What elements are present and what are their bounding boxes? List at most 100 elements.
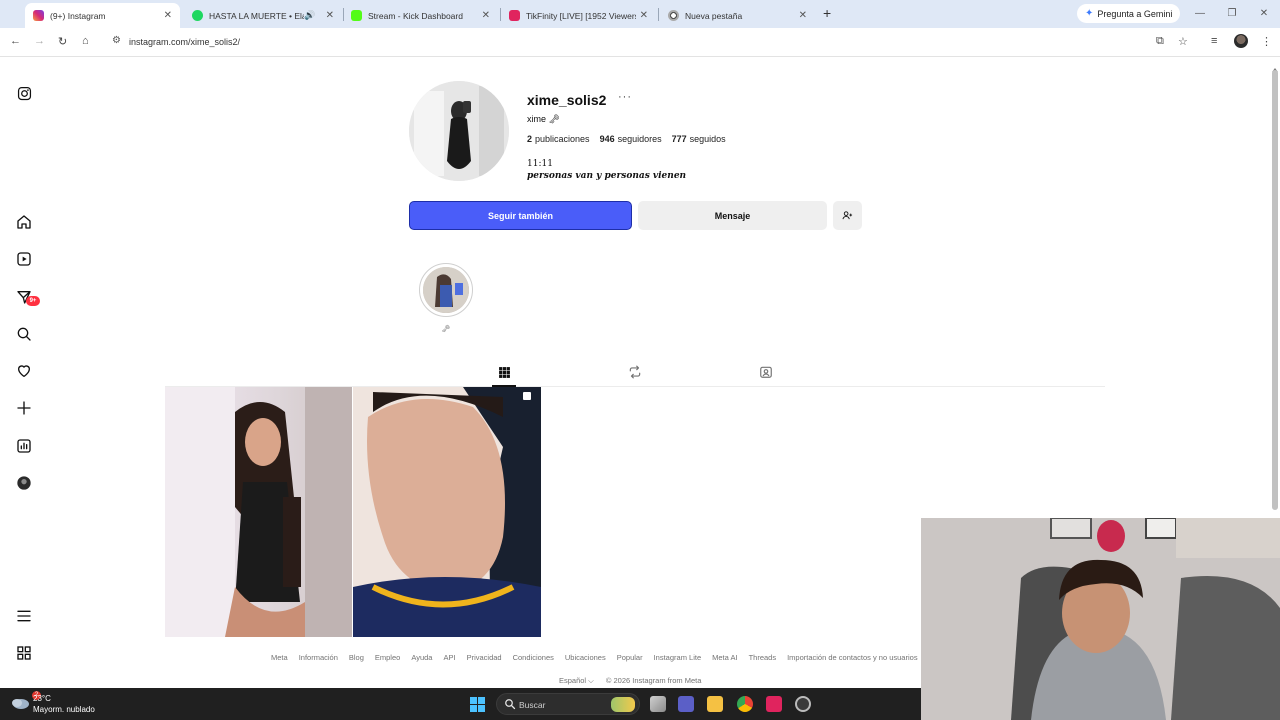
footer-link[interactable]: Privacidad bbox=[467, 653, 502, 662]
minimize-icon[interactable]: — bbox=[1184, 0, 1216, 28]
language-selector[interactable]: Español ⌵ bbox=[559, 676, 594, 686]
suggested-users-button[interactable] bbox=[833, 201, 862, 230]
footer-link[interactable]: Ayuda bbox=[411, 653, 432, 662]
hamburger-menu-icon[interactable] bbox=[15, 607, 33, 625]
restore-icon[interactable]: ❐ bbox=[1216, 0, 1248, 28]
tab-kick[interactable]: Stream - Kick Dashboard ✕ bbox=[343, 3, 498, 28]
heart-notifications-icon[interactable] bbox=[15, 362, 33, 380]
footer-link[interactable]: Meta bbox=[271, 653, 288, 662]
footer-link[interactable]: Blog bbox=[349, 653, 364, 662]
tikfinity-favicon-icon bbox=[509, 10, 520, 21]
tab-separator bbox=[658, 8, 659, 21]
add-person-icon bbox=[842, 211, 853, 220]
new-tab-plus-icon[interactable]: + bbox=[823, 5, 831, 21]
obs-icon[interactable] bbox=[795, 696, 811, 712]
following-stat[interactable]: 777 seguidos bbox=[672, 134, 726, 144]
profile-nav-avatar-icon[interactable] bbox=[15, 474, 33, 492]
story-highlight[interactable] bbox=[419, 263, 473, 317]
site-info-icon[interactable]: ⚙ bbox=[112, 35, 121, 46]
teams-icon[interactable] bbox=[678, 696, 694, 712]
more-apps-grid-icon[interactable] bbox=[15, 644, 33, 662]
following-label: seguidos bbox=[689, 134, 726, 144]
tab-label: HASTA LA MUERTE • Elabo bbox=[209, 10, 305, 21]
close-tab-icon[interactable]: ✕ bbox=[640, 10, 648, 21]
footer-link[interactable]: Condiciones bbox=[513, 653, 554, 662]
reload-icon[interactable]: ↻ bbox=[58, 35, 67, 48]
instagram-logo-icon[interactable] bbox=[15, 84, 33, 102]
menu-kebab-icon[interactable]: ⋮ bbox=[1261, 35, 1272, 48]
bio-line: personas van y personas vienen bbox=[527, 171, 687, 181]
weather-description: Mayorm. nublado bbox=[33, 705, 95, 714]
windows-start-icon[interactable] bbox=[470, 697, 485, 712]
back-arrow-icon[interactable]: ← bbox=[10, 35, 21, 47]
weather-widget[interactable]: 2 23°C Mayorm. nublado bbox=[10, 691, 95, 716]
copyright-text: © 2026 Instagram from Meta bbox=[605, 676, 702, 685]
temperature-text: 23°C bbox=[33, 694, 51, 703]
footer-link[interactable]: Meta AI bbox=[712, 653, 737, 662]
reels-icon[interactable] bbox=[15, 250, 33, 268]
followers-count: 946 bbox=[599, 134, 615, 144]
chrome-icon[interactable] bbox=[737, 696, 753, 712]
footer-link[interactable]: Importación de contactos y no usuarios bbox=[787, 653, 918, 662]
tab-label: TikFinity [LIVE] [1952 Viewers] bbox=[526, 10, 636, 21]
dashboard-chart-icon[interactable] bbox=[15, 437, 33, 455]
footer-link[interactable]: Ubicaciones bbox=[565, 653, 606, 662]
forward-arrow-icon[interactable]: → bbox=[34, 35, 45, 47]
tab-posts-grid[interactable] bbox=[495, 363, 513, 381]
profile-avatar[interactable] bbox=[1234, 34, 1248, 48]
footer-link[interactable]: Información bbox=[299, 653, 338, 662]
close-tab-icon[interactable]: ✕ bbox=[164, 10, 172, 21]
grid-icon bbox=[498, 366, 510, 378]
file-explorer-icon[interactable] bbox=[707, 696, 723, 712]
search-placeholder: Buscar bbox=[519, 700, 546, 710]
followers-stat[interactable]: 946 seguidores bbox=[600, 134, 662, 144]
repost-icon bbox=[629, 365, 641, 379]
footer-link[interactable]: API bbox=[443, 653, 455, 662]
window-controls: — ❐ ✕ bbox=[1184, 0, 1280, 28]
footer-link[interactable]: Threads bbox=[749, 653, 777, 662]
messages-badge: 9+ bbox=[26, 296, 40, 306]
home-icon[interactable]: ⌂ bbox=[82, 35, 89, 47]
footer-link[interactable]: Empleo bbox=[375, 653, 400, 662]
close-tab-icon[interactable]: ✕ bbox=[482, 10, 490, 21]
tab-instagram[interactable]: (9+) Instagram ✕ bbox=[25, 3, 180, 28]
webcam-overlay bbox=[921, 518, 1280, 720]
message-button[interactable]: Mensaje bbox=[638, 201, 827, 230]
scrollbar-thumb[interactable] bbox=[1272, 70, 1278, 510]
bookmark-star-icon[interactable]: ☆ bbox=[1178, 35, 1188, 48]
speaker-icon[interactable]: 🔊 bbox=[304, 10, 315, 21]
windows-taskbar: 2 23°C Mayorm. nublado Buscar bbox=[0, 688, 921, 720]
tab-tagged[interactable] bbox=[757, 363, 775, 381]
close-tab-icon[interactable]: ✕ bbox=[799, 10, 807, 21]
home-nav-icon[interactable] bbox=[15, 213, 33, 231]
search-highlight-art bbox=[611, 697, 635, 712]
gemini-button[interactable]: ✦ Pregunta a Gemini bbox=[1077, 4, 1181, 23]
install-app-icon[interactable]: ⧉ bbox=[1156, 35, 1164, 48]
post-thumbnail[interactable] bbox=[165, 387, 352, 637]
tab-new[interactable]: Nueva pestaña ✕ bbox=[660, 3, 815, 28]
instagram-favicon-icon bbox=[33, 10, 44, 21]
search-icon[interactable] bbox=[15, 325, 33, 343]
spotify-favicon-icon bbox=[192, 10, 203, 21]
tab-label: (9+) Instagram bbox=[50, 10, 106, 21]
tikfinity-icon[interactable] bbox=[766, 696, 782, 712]
extensions-icon[interactable]: ≡ bbox=[1211, 35, 1217, 47]
close-window-icon[interactable]: ✕ bbox=[1248, 0, 1280, 28]
more-options-icon[interactable]: ··· bbox=[618, 91, 632, 103]
follow-back-button[interactable]: Seguir también bbox=[409, 201, 632, 230]
post-thumbnail[interactable] bbox=[353, 387, 541, 637]
create-plus-icon[interactable] bbox=[15, 399, 33, 417]
address-bar[interactable]: ⚙ instagram.com/xime_solis2/ bbox=[103, 31, 1203, 53]
tab-spotify[interactable]: HASTA LA MUERTE • Elabo 🔊 ✕ bbox=[184, 3, 342, 28]
task-view-icon[interactable] bbox=[650, 696, 666, 712]
profile-stats: 2 publicaciones 946 seguidores 777 seguidos bbox=[527, 134, 726, 144]
tab-reposts[interactable] bbox=[626, 363, 644, 381]
tagged-person-icon bbox=[760, 366, 772, 378]
tab-tikfinity[interactable]: TikFinity [LIVE] [1952 Viewers] ✕ bbox=[501, 3, 656, 28]
footer-link[interactable]: Instagram Lite bbox=[654, 653, 702, 662]
close-tab-icon[interactable]: ✕ bbox=[326, 10, 334, 21]
footer-link[interactable]: Popular bbox=[617, 653, 643, 662]
tab-label: Stream - Kick Dashboard bbox=[368, 10, 463, 21]
taskbar-search[interactable]: Buscar bbox=[496, 693, 640, 715]
profile-picture[interactable] bbox=[409, 81, 509, 181]
